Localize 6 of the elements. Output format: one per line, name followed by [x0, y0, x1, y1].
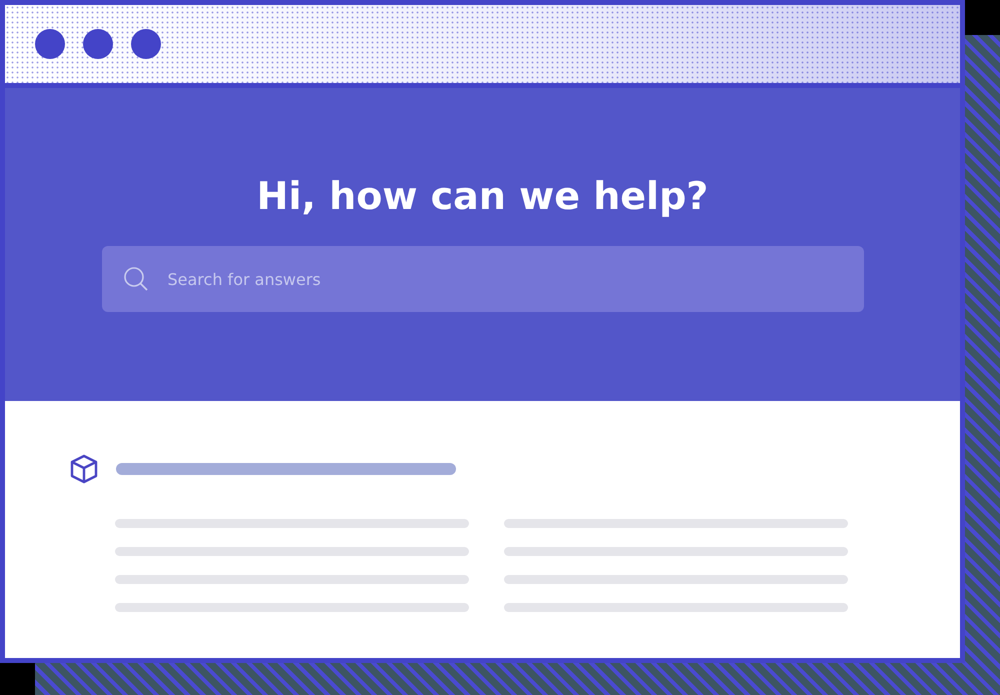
window-dot — [83, 29, 113, 59]
window-dot — [35, 29, 65, 59]
window-dot — [131, 29, 161, 59]
hero-title: Hi, how can we help? — [256, 173, 708, 220]
search-field[interactable]: Search for answers — [102, 246, 864, 312]
cube-icon — [68, 453, 100, 485]
